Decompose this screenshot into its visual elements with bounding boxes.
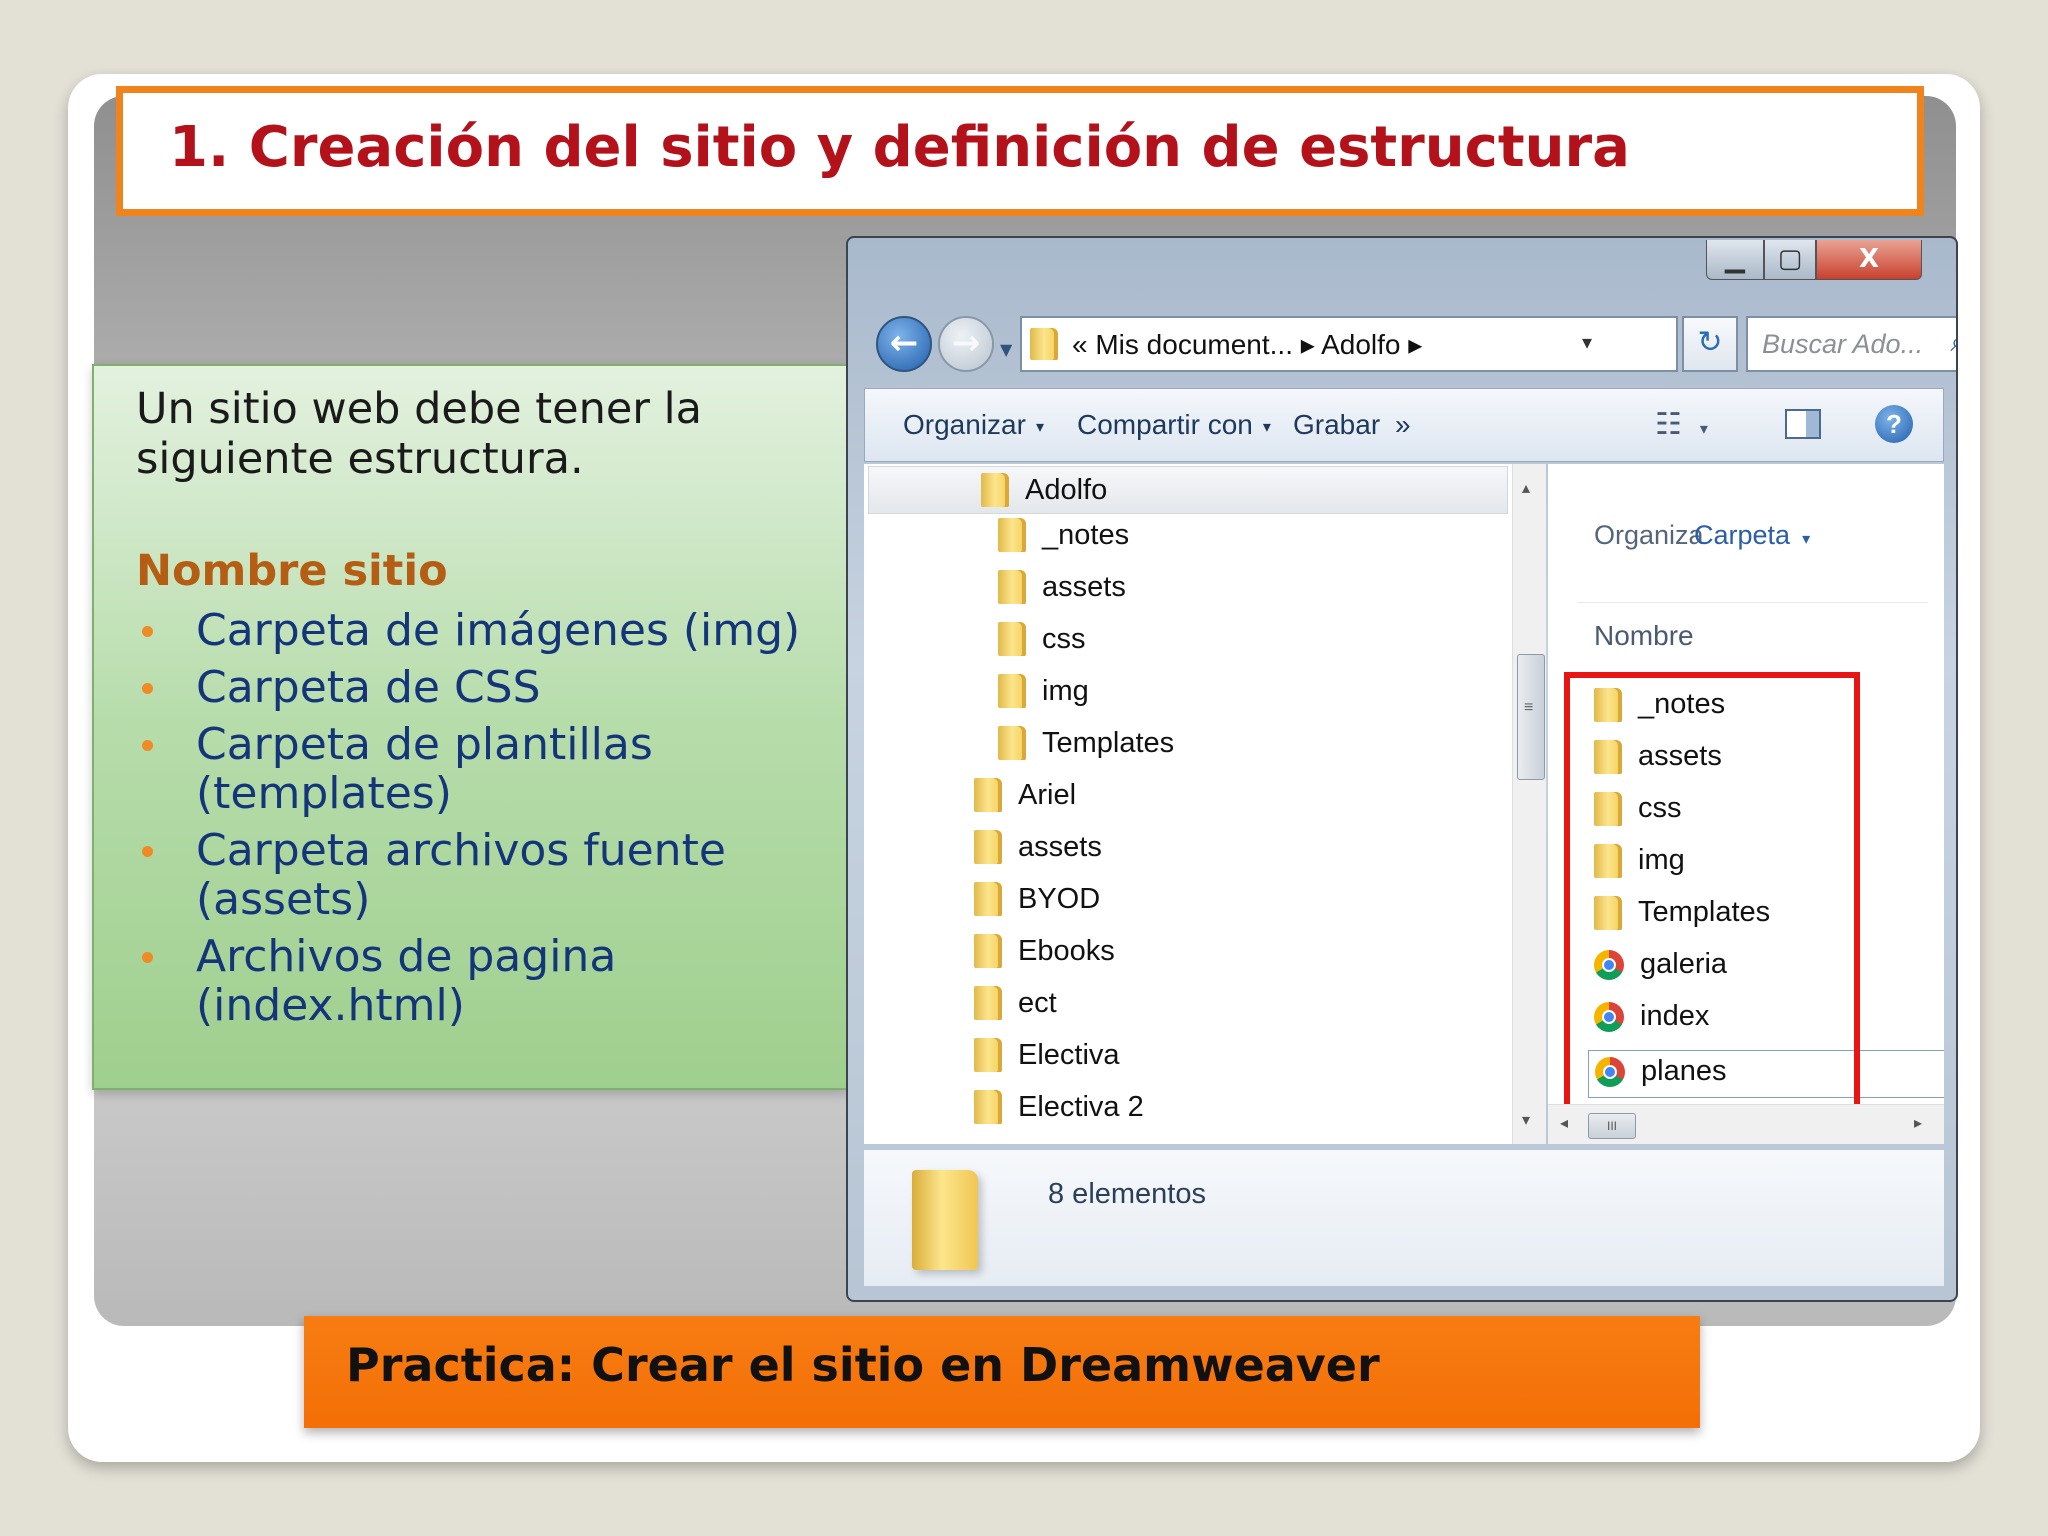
compartir-menu[interactable]: Compartir con ▾ xyxy=(1077,409,1271,441)
tree-item[interactable]: _notes xyxy=(998,518,1129,566)
breadcrumb: « Mis document... ▸ Adolfo ▸ xyxy=(1072,329,1423,360)
slide-title: 1. Creación del sitio y definición de es… xyxy=(169,115,1630,180)
horizontal-scrollbar[interactable]: ◂ III ▸ xyxy=(1548,1104,1944,1144)
tree-item[interactable]: Ebooks xyxy=(974,934,1115,982)
navigation-bar: ← → ▼ « Mis document... ▸ Adolfo ▸ ▾ ↻ B… xyxy=(864,310,1956,378)
grabar-button[interactable]: Grabar xyxy=(1293,409,1380,441)
list-item: Carpeta de plantillas (templates) xyxy=(136,720,846,818)
bullet-dot-icon xyxy=(142,846,153,857)
folder-icon xyxy=(974,986,1002,1021)
tree-item[interactable]: css xyxy=(998,622,1086,670)
folder-icon xyxy=(974,1090,1002,1125)
arrange-by-dropdown[interactable]: Carpeta ▾ xyxy=(1694,520,1810,551)
tree-item[interactable]: BYOD xyxy=(974,882,1100,930)
close-button[interactable]: X xyxy=(1816,240,1922,280)
scroll-thumb[interactable]: III xyxy=(1588,1113,1636,1139)
chevron-down-icon: ▾ xyxy=(1035,418,1044,436)
search-placeholder: Buscar Ado... xyxy=(1762,329,1924,359)
search-input[interactable]: Buscar Ado... ⌕ xyxy=(1746,316,1956,372)
practice-text: Practica: Crear el sitio en Dreamweaver xyxy=(346,1338,1380,1392)
bullet-dot-icon xyxy=(142,626,153,637)
list-item: Archivos de pagina (index.html) xyxy=(136,932,846,1030)
command-bar: Organizar ▾ Compartir con ▾ Grabar » ☷ ▾ ? xyxy=(864,388,1944,462)
tree-item[interactable]: Ariel xyxy=(974,778,1076,826)
tree-item[interactable]: assets xyxy=(998,570,1126,618)
highlight-box xyxy=(1564,672,1860,1114)
address-bar[interactable]: « Mis document... ▸ Adolfo ▸ ▾ xyxy=(1020,316,1678,372)
bullet-dot-icon xyxy=(142,683,153,694)
structure-list: Carpeta de imágenes (img) Carpeta de CSS… xyxy=(136,606,846,1038)
list-item: Carpeta de imágenes (img) xyxy=(136,606,846,655)
folder-icon xyxy=(998,570,1026,605)
recent-pages-dropdown[interactable]: ▼ xyxy=(1000,340,1012,359)
explorer-window: ▁ ▢ X ← → ▼ « Mis document... ▸ Adolfo ▸… xyxy=(846,236,1958,1302)
tree-item[interactable]: img xyxy=(998,674,1089,722)
preview-pane-icon[interactable] xyxy=(1785,409,1821,439)
vertical-scrollbar[interactable]: ▴ ≡ ▾ xyxy=(1512,464,1546,1144)
organize-label: Organiza xyxy=(1594,520,1704,550)
breadcrumb-adolfo[interactable]: Adolfo xyxy=(1321,329,1400,360)
practice-banner: Practica: Crear el sitio en Dreamweaver xyxy=(304,1316,1700,1428)
breadcrumb-separator-icon[interactable]: ▸ xyxy=(1301,329,1315,360)
tree-item[interactable]: Electiva 2 xyxy=(974,1090,1144,1138)
maximize-button[interactable]: ▢ xyxy=(1764,240,1816,280)
folder-icon xyxy=(974,934,1002,969)
organizar-menu[interactable]: Organizar ▾ xyxy=(903,409,1044,441)
item-count: 8 elementos xyxy=(1048,1178,1206,1210)
list-item: Carpeta de CSS xyxy=(136,663,846,712)
column-header-nombre[interactable]: Nombre xyxy=(1594,620,1694,652)
breadcrumb-separator-icon[interactable]: ▸ xyxy=(1408,329,1422,360)
bullet-dot-icon xyxy=(142,740,153,751)
help-icon[interactable]: ? xyxy=(1875,405,1913,443)
chevron-down-icon: ▾ xyxy=(1802,531,1811,548)
tree-item[interactable]: Templates xyxy=(998,726,1174,774)
intro-text: Un sitio web debe tener la siguiente est… xyxy=(136,384,702,484)
navigation-pane: Adolfo _notes assets css img Templates A… xyxy=(864,464,1546,1144)
structure-panel: Un sitio web debe tener la siguiente est… xyxy=(92,364,848,1090)
folder-icon xyxy=(974,778,1002,813)
scroll-right-icon[interactable]: ▸ xyxy=(1914,1113,1922,1133)
scroll-thumb[interactable]: ≡ xyxy=(1517,654,1545,780)
folder-icon xyxy=(1030,328,1058,360)
folder-icon xyxy=(974,882,1002,917)
folder-icon xyxy=(998,622,1026,657)
site-name-heading: Nombre sitio xyxy=(136,546,448,596)
scroll-down-icon[interactable]: ▾ xyxy=(1522,1110,1530,1130)
chevron-down-icon: ▾ xyxy=(1262,418,1271,436)
scroll-up-icon[interactable]: ▴ xyxy=(1522,478,1530,498)
tree-item[interactable]: ect xyxy=(974,986,1057,1034)
details-pane: 8 elementos xyxy=(864,1150,1944,1286)
list-item: Carpeta archivos fuente (assets) xyxy=(136,826,846,924)
folder-icon xyxy=(981,473,1009,508)
refresh-button[interactable]: ↻ xyxy=(1682,316,1738,372)
address-dropdown-icon[interactable]: ▾ xyxy=(1582,330,1592,355)
forward-button[interactable]: → xyxy=(938,316,994,372)
bullet-dot-icon xyxy=(142,952,153,963)
breadcrumb-mis-documentos[interactable]: Mis document... xyxy=(1095,329,1293,360)
scroll-left-icon[interactable]: ◂ xyxy=(1560,1113,1568,1133)
tree-item[interactable]: Electiva xyxy=(974,1038,1120,1086)
folder-icon xyxy=(998,674,1026,709)
search-icon[interactable]: ⌕ xyxy=(1950,326,1956,359)
back-button[interactable]: ← xyxy=(876,316,932,372)
folder-icon xyxy=(974,830,1002,865)
minimize-button[interactable]: ▁ xyxy=(1706,240,1764,280)
more-commands-button[interactable]: » xyxy=(1395,409,1411,441)
tree-item-adolfo[interactable]: Adolfo xyxy=(868,466,1508,514)
title-box: 1. Creación del sitio y definición de es… xyxy=(116,86,1924,216)
folder-icon xyxy=(998,518,1026,553)
tree-item[interactable]: assets xyxy=(974,830,1102,878)
folder-icon xyxy=(998,726,1026,761)
folder-icon xyxy=(974,1038,1002,1073)
view-options-icon[interactable]: ☷ ▾ xyxy=(1655,407,1708,442)
file-list-pane: Organiza Carpeta ▾ Nombre _notes assets c… xyxy=(1548,464,1944,1144)
folder-icon xyxy=(912,1170,978,1270)
divider xyxy=(1578,602,1928,603)
